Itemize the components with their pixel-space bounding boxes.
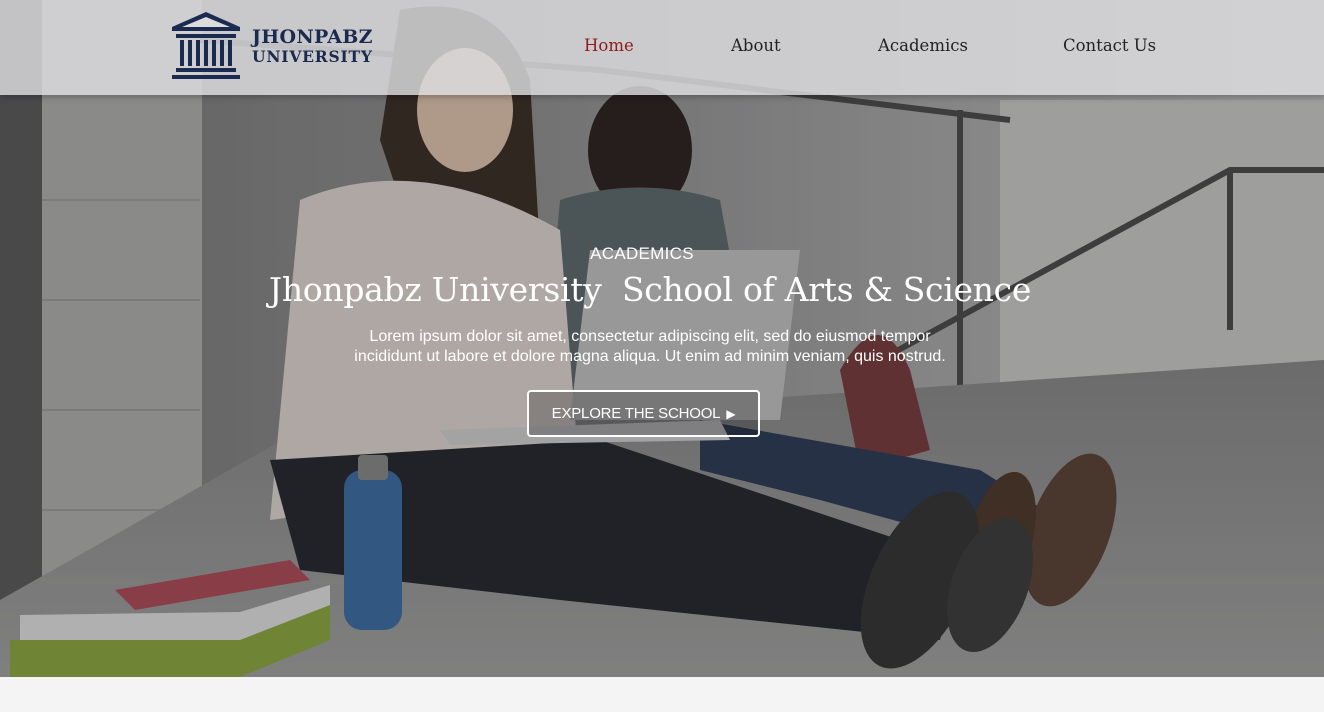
hero-description-line-2: incididunt ut labore et dolore magna ali… [354,348,946,365]
hero-description: Lorem ipsum dolor sit amet, consectetur … [300,327,1000,367]
logo-text: JHONPABZ UNIVERSITY [252,27,373,67]
nav-item-about[interactable]: About [731,36,781,55]
nav-item-academics[interactable]: Academics [878,36,968,55]
university-logo[interactable]: JHONPABZ UNIVERSITY [170,11,373,83]
logo-line-1: JHONPABZ [252,26,373,48]
university-building-icon [172,12,240,79]
hero-title: Jhonpabz University School of Arts & Sci… [268,270,1032,309]
site-header: JHONPABZ UNIVERSITY Home About Academics… [0,0,1324,95]
nav-item-contact-us[interactable]: Contact Us [1063,36,1156,55]
explore-school-button[interactable]: EXPLORE THE SCHOOL ▶ [527,390,760,437]
nav-item-home[interactable]: Home [584,36,634,55]
hero-section: ACADEMICS Jhonpabz University School of … [0,0,1324,677]
next-section-strip [0,677,1324,712]
explore-school-button-label: EXPLORE THE SCHOOL [551,405,721,422]
hero-kicker: ACADEMICS [590,244,694,263]
play-arrow-icon: ▶ [726,406,736,421]
hero-description-line-1: Lorem ipsum dolor sit amet, consectetur … [369,328,931,345]
logo-line-2: UNIVERSITY [252,47,373,66]
